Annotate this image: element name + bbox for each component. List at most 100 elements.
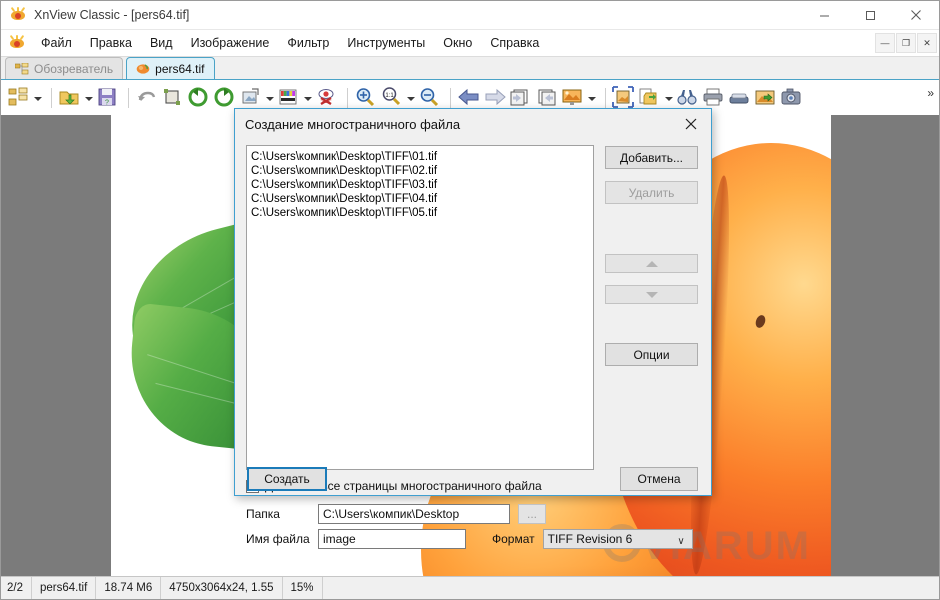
find-icon[interactable] — [676, 86, 700, 110]
dialog-title: Создание многостраничного файла — [235, 117, 460, 132]
menu-image[interactable]: Изображение — [182, 30, 279, 56]
slideshow-icon[interactable] — [561, 86, 585, 110]
status-filler — [323, 577, 939, 599]
filename-label: Имя файла — [246, 532, 318, 546]
maximize-button[interactable] — [847, 1, 893, 29]
tab-pers64-label: pers64.tif — [155, 62, 204, 76]
zoom-out-icon[interactable] — [418, 86, 442, 110]
list-item[interactable]: C:\Users\компик\Desktop\TIFF\01.tif — [249, 150, 593, 164]
minimize-button[interactable] — [801, 1, 847, 29]
create-multipage-dialog: Создание многостраничного файла C:\Users… — [234, 108, 712, 496]
next-icon[interactable] — [483, 86, 507, 110]
image-file-icon — [136, 63, 150, 75]
list-item[interactable]: C:\Users\компик\Desktop\TIFF\03.tif — [249, 178, 593, 192]
document-icon — [9, 35, 25, 51]
save-icon[interactable]: ? — [96, 86, 120, 110]
menu-edit[interactable]: Правка — [81, 30, 141, 56]
chevron-down-icon[interactable] — [587, 87, 596, 109]
close-icon — [910, 9, 922, 21]
create-button[interactable]: Создать — [247, 467, 327, 491]
list-item[interactable]: C:\Users\компик\Desktop\TIFF\05.tif — [249, 206, 593, 220]
rotate-left-icon[interactable] — [187, 86, 211, 110]
file-list[interactable]: C:\Users\компик\Desktop\TIFF\01.tif C:\U… — [246, 145, 594, 470]
tab-strip: Обозреватель pers64.tif — [1, 57, 939, 80]
toolbar-separator — [51, 88, 52, 108]
tab-browser-label: Обозреватель — [34, 62, 113, 76]
menu-filter[interactable]: Фильтр — [278, 30, 338, 56]
status-dimensions: 4750x3064x24, 1.55 — [161, 577, 282, 599]
batch-convert-icon[interactable] — [754, 86, 778, 110]
menu-view[interactable]: Вид — [141, 30, 182, 56]
status-page: 2/2 — [1, 577, 32, 599]
chevron-down-icon[interactable] — [664, 87, 673, 109]
adjust-colors-icon[interactable] — [277, 86, 301, 110]
menu-window[interactable]: Окно — [434, 30, 481, 56]
tab-pers64[interactable]: pers64.tif — [126, 57, 214, 79]
scanner-icon[interactable] — [728, 86, 752, 110]
menu-help[interactable]: Справка — [481, 30, 548, 56]
mdi-close-button[interactable]: ✕ — [917, 33, 937, 53]
last-page-icon[interactable] — [535, 86, 559, 110]
red-eye-icon[interactable] — [315, 86, 339, 110]
menu-tools[interactable]: Инструменты — [338, 30, 434, 56]
capture-icon[interactable] — [780, 86, 804, 110]
window-title: XnView Classic - [pers64.tif] — [34, 8, 189, 22]
cancel-button[interactable]: Отмена — [620, 467, 698, 491]
chevron-down-icon: ∨ — [677, 536, 684, 547]
options-button[interactable]: Опции — [605, 343, 698, 366]
svg-text:?: ? — [105, 100, 109, 107]
filename-input[interactable]: image — [318, 529, 466, 549]
chevron-down-icon[interactable] — [406, 87, 415, 109]
open-folder-icon[interactable] — [58, 86, 82, 110]
chevron-down-icon[interactable] — [33, 87, 42, 109]
menu-file[interactable]: Файл — [32, 30, 81, 56]
xnview-window: XnView Classic - [pers64.tif] Файл Правк… — [0, 0, 940, 600]
undo-icon[interactable] — [135, 86, 159, 110]
previous-icon[interactable] — [457, 86, 481, 110]
svg-text:1:1: 1:1 — [385, 93, 394, 99]
browser-icon[interactable] — [7, 86, 31, 110]
export-icon[interactable] — [638, 86, 662, 110]
status-filename: pers64.tif — [32, 577, 96, 599]
add-button[interactable]: Добавить... — [605, 146, 698, 169]
status-bar: 2/2 pers64.tif 18.74 M6 4750x3064x24, 1.… — [1, 576, 939, 599]
folder-input[interactable]: C:\Users\компик\Desktop — [318, 504, 510, 524]
toolbar-separator — [605, 88, 606, 108]
folder-row: Папка C:\Users\компик\Desktop ... — [246, 504, 538, 524]
list-item[interactable]: C:\Users\компик\Desktop\TIFF\04.tif — [249, 192, 593, 206]
dialog-close-button[interactable] — [671, 110, 711, 139]
format-select[interactable]: TIFF Revision 6 ∨ — [543, 529, 693, 549]
close-icon — [684, 117, 698, 131]
crop-icon[interactable] — [161, 86, 185, 110]
close-button[interactable] — [893, 1, 939, 29]
toolbar-separator — [450, 88, 451, 108]
status-filesize: 18.74 M6 — [96, 577, 161, 599]
toolbar-separator — [128, 88, 129, 108]
first-page-icon[interactable] — [509, 86, 533, 110]
xnview-icon — [10, 7, 26, 23]
fit-window-icon[interactable] — [612, 86, 636, 110]
rotate-right-icon[interactable] — [213, 86, 237, 110]
dialog-title-bar: Создание многостраничного файла — [235, 109, 711, 139]
move-up-button — [605, 254, 698, 273]
move-down-button — [605, 285, 698, 304]
menu-bar: Файл Правка Вид Изображение Фильтр Инстр… — [1, 30, 939, 57]
format-label: Формат — [492, 532, 535, 546]
list-item[interactable]: C:\Users\компик\Desktop\TIFF\02.tif — [249, 164, 593, 178]
print-icon[interactable] — [702, 86, 726, 110]
chevron-down-icon[interactable] — [303, 87, 312, 109]
mdi-restore-button[interactable]: ❐ — [896, 33, 916, 53]
chevron-down-icon[interactable] — [84, 87, 93, 109]
mdi-window-controls: — ❐ ✕ — [875, 33, 937, 53]
zoom-actual-icon[interactable]: 1:1 — [380, 86, 404, 110]
toolbar-separator — [347, 88, 348, 108]
browse-button[interactable]: ... — [518, 504, 546, 524]
mdi-minimize-button[interactable]: — — [875, 33, 895, 53]
resize-icon[interactable] — [239, 86, 263, 110]
toolbar-overflow-button[interactable]: » — [927, 86, 934, 100]
zoom-in-icon[interactable] — [354, 86, 378, 110]
tab-browser[interactable]: Обозреватель — [5, 57, 123, 79]
title-bar: XnView Classic - [pers64.tif] — [1, 1, 939, 30]
chevron-down-icon[interactable] — [265, 87, 274, 109]
status-zoom: 15% — [283, 577, 323, 599]
